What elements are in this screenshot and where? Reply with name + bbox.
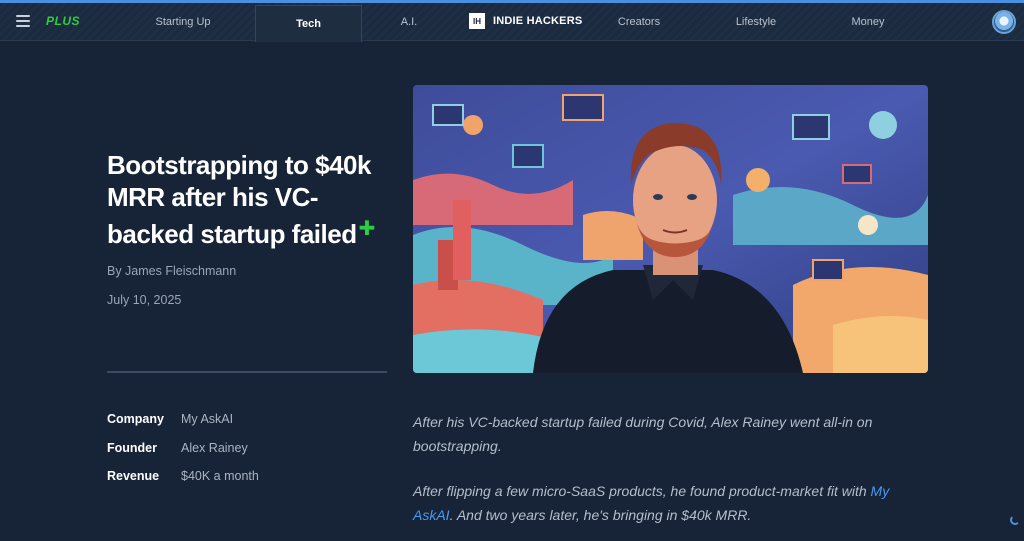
article-paragraph-1: After his VC-backed startup failed durin… [413,414,873,454]
fact-row-founder: Founder Alex Rainey [107,441,259,470]
section-divider [107,371,387,373]
fact-value: Alex Rainey [181,440,248,455]
article-title: Bootstrapping to $40k MRR after his VC-b… [107,149,397,250]
ih-logo-text: INDIE HACKERS [493,15,583,27]
article-byline: By James Fleischmann [107,264,237,278]
hamburger-icon[interactable] [16,15,30,27]
spinner-icon [1010,515,1020,525]
article-title-text: Bootstrapping to $40k MRR after his VC-b… [107,150,371,249]
tab-tech[interactable]: Tech [255,5,362,42]
plus-badge-icon: ✚ [358,218,376,240]
top-navbar: PLUS Starting Up Tech A.I. IH INDIE HACK… [0,3,1024,42]
tab-lifestyle[interactable]: Lifestyle [722,3,790,41]
tab-starting-up[interactable]: Starting Up [140,3,226,41]
fact-label: Revenue [107,469,160,483]
article-date: July 10, 2025 [107,293,182,307]
ih-logo-icon: IH [469,13,485,29]
hero-illustration [413,85,928,373]
fact-label: Company [107,412,164,426]
tab-creators[interactable]: Creators [605,3,673,41]
article-facts: Company My AskAI Founder Alex Rainey Rev… [107,412,259,498]
avatar-icon[interactable] [992,10,1016,34]
fact-value: My AskAI [181,412,234,426]
indie-hackers-logo[interactable]: IH INDIE HACKERS [469,13,582,29]
fact-label: Founder [107,440,157,455]
fact-row-revenue: Revenue $40K a month [107,469,259,498]
tab-ai[interactable]: A.I. [385,3,433,41]
article-paragraph-2: After flipping a few micro-SaaS products… [413,479,913,527]
fact-value: $40K a month [181,469,259,483]
plus-logo[interactable]: PLUS [46,14,80,28]
paragraph-text: After flipping a few micro-SaaS products… [413,483,871,499]
article-body: After his VC-backed startup failed durin… [413,410,913,541]
tab-money[interactable]: Money [838,3,898,41]
paragraph-text: . And two years later, he's bringing in … [449,507,752,523]
founder-portrait-illustration [413,85,928,373]
fact-row-company: Company My AskAI [107,412,259,441]
